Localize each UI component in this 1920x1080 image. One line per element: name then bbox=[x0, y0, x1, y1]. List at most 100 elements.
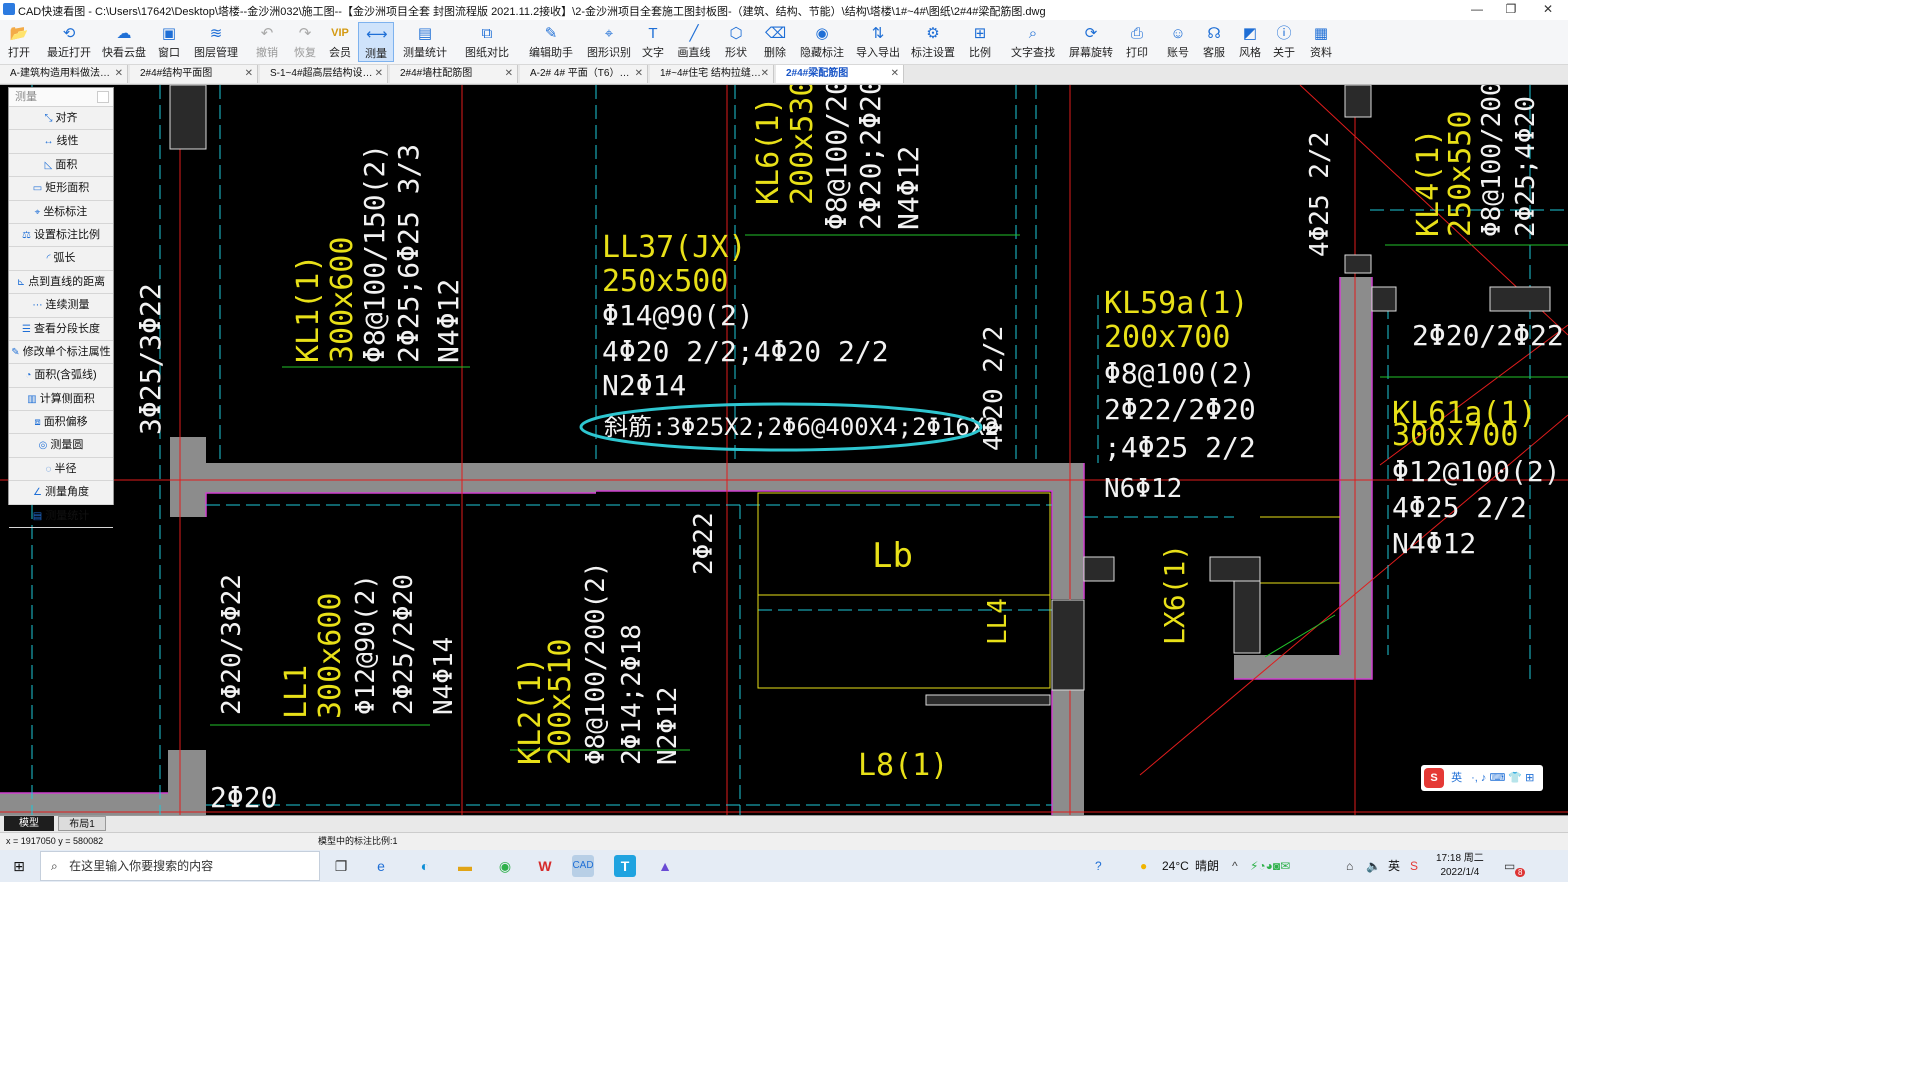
toolbar-button-cloud[interactable]: ☁ 快看云盘 bbox=[100, 22, 148, 62]
drawing-label: 300x600 bbox=[313, 593, 348, 719]
document-tab[interactable]: 2#4#墙柱配筋图 ✕ bbox=[390, 65, 518, 83]
toolbar-button-rotate[interactable]: ⟳ 屏幕旋转 bbox=[1064, 22, 1118, 62]
edge-icon[interactable]: ◐ bbox=[414, 855, 436, 877]
ie-icon[interactable]: e bbox=[370, 855, 392, 877]
toolbar-button-import-export[interactable]: ⇅ 导入导出 bbox=[852, 22, 904, 62]
measure-item-label: 矩形面积 bbox=[45, 182, 90, 195]
measure-item[interactable]: ⋯ 连续测量 bbox=[9, 294, 113, 318]
measure-item[interactable]: ⤡ 对齐 bbox=[9, 107, 113, 131]
toolbar-button-label: 快看云盘 bbox=[102, 47, 146, 59]
toolbar-button-undo[interactable]: ↶ 撤销 bbox=[248, 22, 286, 62]
tray-overflow-icon[interactable]: ^ bbox=[1232, 850, 1238, 882]
toolbar-button-text[interactable]: T 文字 bbox=[634, 22, 672, 62]
layout-tab-layout1[interactable]: 布局1 bbox=[58, 816, 106, 831]
measure-item[interactable]: ↔ 线性 bbox=[9, 130, 113, 154]
toolbar-button-info[interactable]: ⓘ 关于 bbox=[1266, 22, 1302, 62]
photos-icon[interactable]: ▲ bbox=[654, 855, 676, 877]
cad-app-icon[interactable]: CAD bbox=[572, 855, 594, 877]
tray-app-icons[interactable]: ⚡◔◕◙✉ bbox=[1250, 850, 1290, 882]
measure-item[interactable]: ◔ 面积(含弧线) bbox=[9, 364, 113, 388]
toolbar-button-printer[interactable]: ⎙ 打印 bbox=[1118, 22, 1156, 62]
help-icon[interactable]: ? bbox=[1095, 850, 1102, 882]
tab-close-icon[interactable]: ✕ bbox=[375, 65, 383, 83]
toolbar-button-measure[interactable]: ⟷ 测量 bbox=[358, 22, 394, 62]
minimize-button[interactable]: — bbox=[1459, 0, 1495, 20]
measure-item[interactable]: ⊾ 点到直线的距离 bbox=[9, 271, 113, 295]
clock[interactable]: 17:18 周二 2022/1/4 bbox=[1436, 852, 1484, 884]
ime-language[interactable]: 英 bbox=[1451, 772, 1462, 784]
document-tab[interactable]: 2#4#结构平面图 ✕ bbox=[130, 65, 258, 83]
panel-close-icon[interactable] bbox=[97, 91, 109, 103]
measure-item-label: 坐标标注 bbox=[43, 205, 88, 218]
toolbar-button-user[interactable]: ☺ 账号 bbox=[1160, 22, 1196, 62]
ime-toolbar[interactable]: S 英 ·, ♪ ⌨ 👕 ⊞ bbox=[1421, 765, 1543, 791]
measure-item[interactable]: ∠ 测量角度 bbox=[9, 481, 113, 505]
cad-drawing-canvas[interactable]: LL37(JX) 250x500 KL1(1) 300x600 KL6(1) 200x53… bbox=[0, 85, 1568, 815]
toolbar-button-label: 比例 bbox=[969, 47, 991, 59]
maximize-button[interactable]: ❐ bbox=[1493, 0, 1529, 20]
circle-icon: ◎ bbox=[38, 440, 48, 452]
toolbar-button-docs[interactable]: ▦ 资料 bbox=[1302, 22, 1340, 62]
toolbar-button-window[interactable]: ▣ 窗口 bbox=[150, 22, 188, 62]
ime-tray-icon[interactable]: S bbox=[1410, 850, 1418, 882]
toolbar-button-compare[interactable]: ⧉ 图纸对比 bbox=[462, 22, 512, 62]
tab-close-icon[interactable]: ✕ bbox=[505, 65, 513, 83]
toolbar-button-eraser[interactable]: ⌫ 删除 bbox=[756, 22, 794, 62]
toolbar-button-line[interactable]: ╱ 画直线 bbox=[674, 22, 714, 62]
toolbar-button-style[interactable]: ◩ 风格 bbox=[1232, 22, 1268, 62]
toolbar-button-headset[interactable]: ☊ 客服 bbox=[1196, 22, 1232, 62]
toolbar-button-shape-recognize[interactable]: ⌖ 图形识别 bbox=[584, 22, 634, 62]
wps-icon[interactable]: W bbox=[534, 855, 556, 877]
measure-item[interactable]: ▤ 测量统计 bbox=[9, 505, 113, 529]
toolbar-button-scale[interactable]: ⊞ 比例 bbox=[960, 22, 1000, 62]
tab-close-icon[interactable]: ✕ bbox=[115, 65, 123, 83]
close-button[interactable]: ✕ bbox=[1530, 0, 1566, 20]
toolbar-button-measure-stats[interactable]: ▤ 测量统计 bbox=[400, 22, 450, 62]
volume-icon[interactable]: 🔈 bbox=[1366, 850, 1381, 882]
document-tab[interactable]: 2#4#梁配筋图 ✕ bbox=[776, 65, 904, 83]
tab-close-icon[interactable]: ✕ bbox=[761, 65, 769, 83]
document-tab-bar: A-建筑构造用料做法… ✕ 2#4#结构平面图 ✕ S-1~4#超高层结构设… ✕ 2#4#… bbox=[0, 65, 1568, 85]
measure-item[interactable]: ◜ 弧长 bbox=[9, 247, 113, 271]
notification-icon[interactable]: ▭ bbox=[1504, 850, 1515, 882]
toolbar-button-label: 最近打开 bbox=[47, 47, 91, 59]
measure-item[interactable]: ✎ 修改单个标注属性 bbox=[9, 341, 113, 365]
document-tab[interactable]: A-建筑构造用料做法… ✕ bbox=[0, 65, 128, 83]
toolbar-button-folder-open[interactable]: 📂 打开 bbox=[0, 22, 38, 62]
measure-item[interactable]: ⌖ 坐标标注 bbox=[9, 201, 113, 224]
measure-item[interactable]: ⧈ 面积偏移 bbox=[9, 411, 113, 435]
tab-close-icon[interactable]: ✕ bbox=[245, 65, 253, 83]
measure-item[interactable]: ◺ 面积 bbox=[9, 154, 113, 178]
measure-item[interactable]: ◌ 半径 bbox=[9, 458, 113, 482]
layout-tab-model[interactable]: 模型 bbox=[4, 816, 54, 831]
document-tab[interactable]: A-2# 4# 平面（T6）… ✕ bbox=[520, 65, 648, 83]
toolbar-button-layers[interactable]: ≋ 图层管理 bbox=[190, 22, 242, 62]
toolbar-button-vip[interactable]: VIP 会员 bbox=[322, 22, 358, 62]
measure-item[interactable]: ▥ 计算侧面积 bbox=[9, 388, 113, 412]
input-language[interactable]: 英 bbox=[1388, 850, 1400, 882]
tab-close-icon[interactable]: ✕ bbox=[891, 65, 899, 83]
file-explorer-icon[interactable]: ▬ bbox=[454, 855, 476, 877]
toolbar-button-shape[interactable]: ⬡ 形状 bbox=[718, 22, 754, 62]
task-view-icon[interactable]: ❐ bbox=[330, 855, 352, 877]
start-icon[interactable]: ⊞ bbox=[8, 855, 30, 877]
text-app-icon[interactable]: T bbox=[614, 855, 636, 877]
measure-item[interactable]: ◎ 测量圆 bbox=[9, 434, 113, 458]
taskbar-search-box[interactable]: ⌕ 在这里输入你要搜索的内容 bbox=[40, 851, 320, 881]
network-icon[interactable]: ⌂ bbox=[1346, 850, 1353, 882]
tab-close-icon[interactable]: ✕ bbox=[635, 65, 643, 83]
measure-item[interactable]: ☰ 查看分段长度 bbox=[9, 318, 113, 341]
toolbar-button-annotation-settings[interactable]: ⚙ 标注设置 bbox=[910, 22, 956, 62]
toolbar-button-clock[interactable]: ⟲ 最近打开 bbox=[40, 22, 98, 62]
toolbar-button-redo[interactable]: ↷ 恢复 bbox=[286, 22, 324, 62]
ime-tool-icons[interactable]: ·, ♪ ⌨ 👕 ⊞ bbox=[1471, 772, 1534, 784]
toolbar-button-hide-eye[interactable]: ◉ 隐藏标注 bbox=[796, 22, 848, 62]
measure-item[interactable]: ⚖ 设置标注比例 bbox=[9, 224, 113, 248]
document-tab[interactable]: 1#~4#住宅 结构拉缝… ✕ bbox=[650, 65, 774, 83]
measure-item[interactable]: ▭ 矩形面积 bbox=[9, 177, 113, 201]
toolbar-button-label: 标注设置 bbox=[911, 47, 955, 59]
browser-icon[interactable]: ◉ bbox=[494, 855, 516, 877]
document-tab[interactable]: S-1~4#超高层结构设… ✕ bbox=[260, 65, 388, 83]
toolbar-button-text-search[interactable]: ⌕ 文字查找 bbox=[1008, 22, 1058, 62]
toolbar-button-edit-assistant[interactable]: ✎ 编辑助手 bbox=[522, 22, 580, 62]
